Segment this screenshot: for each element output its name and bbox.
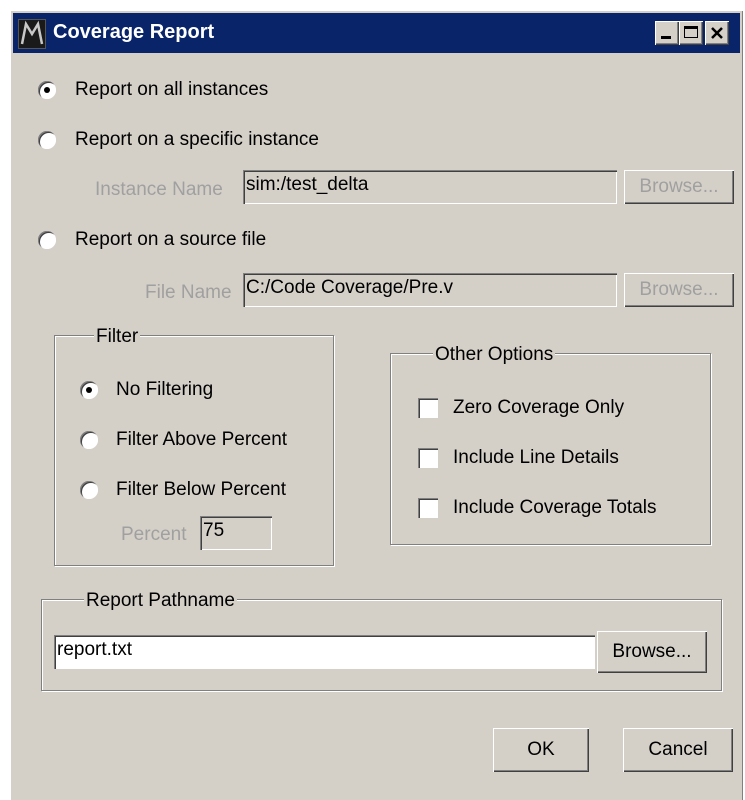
file-browse-button[interactable]: Browse... <box>624 273 734 307</box>
filter-below-radio[interactable] <box>80 481 98 499</box>
window-title: Coverage Report <box>53 21 215 43</box>
coverage-totals-checkbox[interactable] <box>418 498 438 518</box>
filter-group-title: Filter <box>94 326 141 348</box>
ok-button[interactable]: OK <box>493 728 589 772</box>
maximize-icon <box>684 26 698 38</box>
close-icon <box>711 27 723 39</box>
no-filtering-label: No Filtering <box>116 379 214 400</box>
report-pathname-field[interactable]: report.txt <box>54 635 595 669</box>
other-options-title: Other Options <box>433 344 556 366</box>
zero-coverage-label: Zero Coverage Only <box>453 397 625 418</box>
filter-above-label: Filter Above Percent <box>116 429 288 450</box>
all-instances-label: Report on all instances <box>75 79 269 100</box>
filter-above-radio[interactable] <box>80 431 98 449</box>
percent-label: Percent <box>121 524 187 545</box>
coverage-totals-label: Include Coverage Totals <box>453 497 657 518</box>
file-name-label: File Name <box>145 282 232 303</box>
coverage-report-dialog: Coverage Report Report on all instances … <box>10 10 743 800</box>
zero-coverage-checkbox[interactable] <box>418 398 438 418</box>
line-details-checkbox[interactable] <box>418 448 438 468</box>
all-instances-radio[interactable] <box>38 81 56 99</box>
no-filtering-radio[interactable] <box>80 381 98 399</box>
app-logo-icon <box>18 19 46 49</box>
cancel-button[interactable]: Cancel <box>623 728 733 772</box>
instance-name-label: Instance Name <box>95 179 223 200</box>
specific-instance-label: Report on a specific instance <box>75 129 319 150</box>
file-name-field[interactable]: C:/Code Coverage/Pre.v <box>243 273 617 307</box>
close-button[interactable] <box>705 21 729 45</box>
filter-below-label: Filter Below Percent <box>116 479 287 500</box>
instance-browse-button[interactable]: Browse... <box>624 170 734 204</box>
maximize-button[interactable] <box>679 21 703 45</box>
source-file-label: Report on a source file <box>75 229 267 250</box>
minimize-icon <box>661 36 671 39</box>
minimize-button[interactable] <box>655 21 679 45</box>
instance-name-field[interactable]: sim:/test_delta <box>243 170 617 204</box>
pathname-browse-button[interactable]: Browse... <box>597 631 707 673</box>
title-bar: Coverage Report <box>13 13 740 53</box>
line-details-label: Include Line Details <box>453 447 619 468</box>
report-pathname-title: Report Pathname <box>84 590 237 612</box>
source-file-radio[interactable] <box>38 231 56 249</box>
specific-instance-radio[interactable] <box>38 131 56 149</box>
percent-field[interactable]: 75 <box>200 516 272 550</box>
